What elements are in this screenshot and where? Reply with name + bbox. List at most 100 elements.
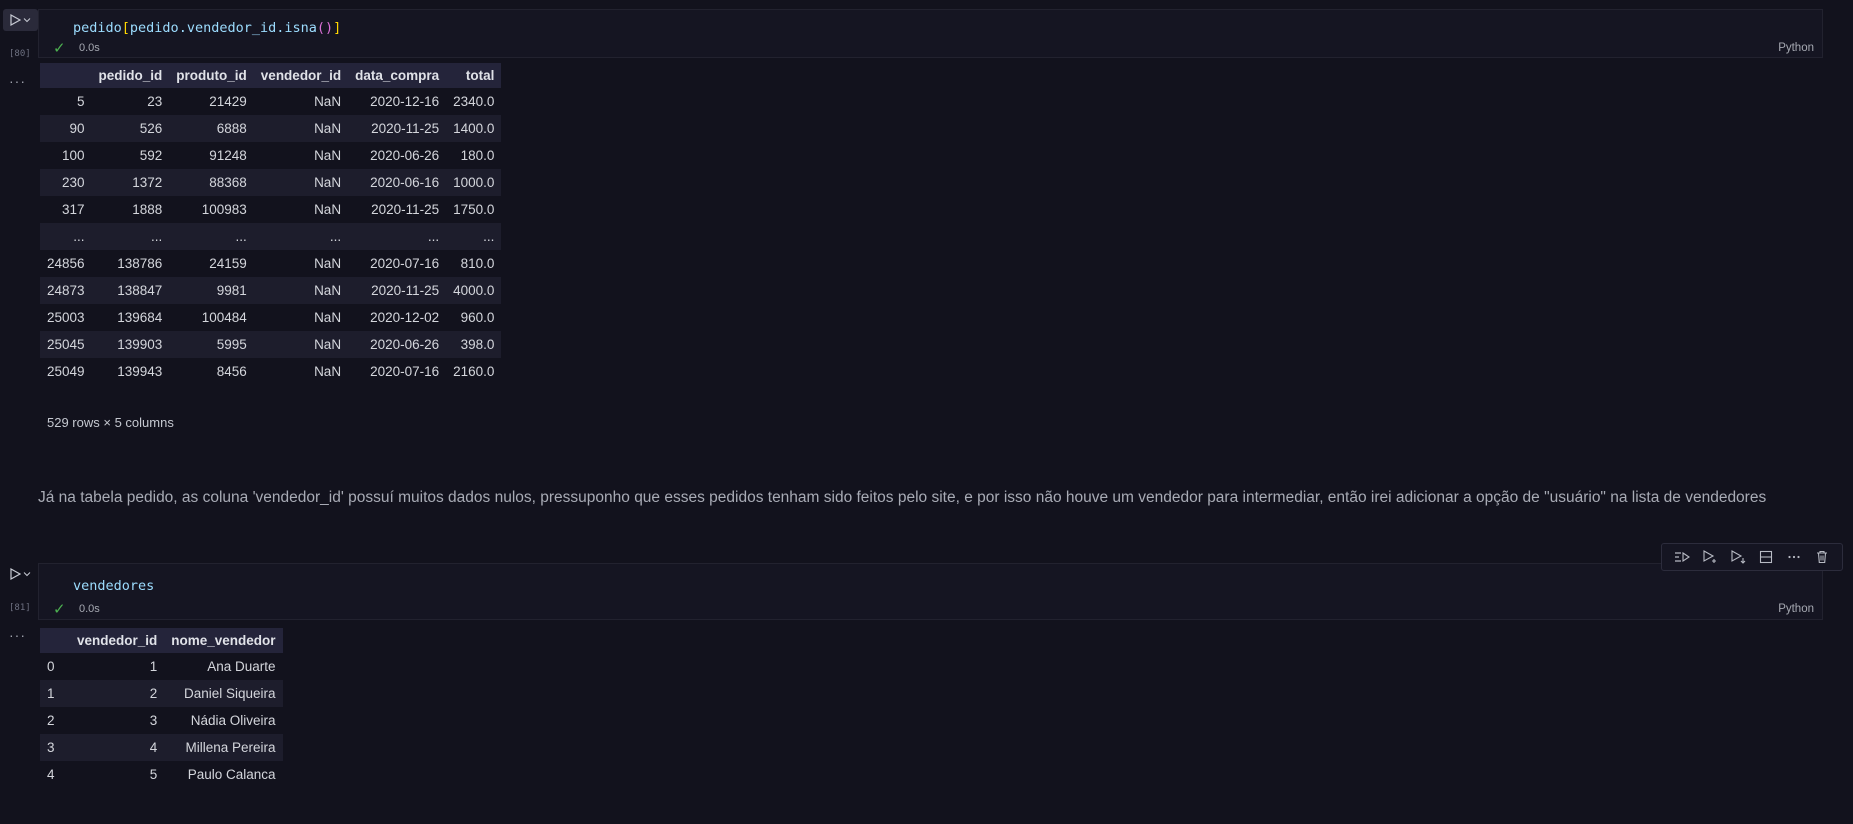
row-index: 25045 (40, 331, 92, 358)
table-row: 25045 139903 5995 NaN 2020-06-26 398.0 (40, 331, 502, 358)
row-index: 1 (40, 680, 70, 707)
table-row: 25003 139684 100484 NaN 2020-12-02 960.0 (40, 304, 501, 331)
row-index: 100 (62, 148, 85, 163)
table-cell: 2020-06-26 (370, 148, 440, 163)
table-cell: ... (169, 223, 254, 250)
code-cell-81[interactable]: vendedores ✓ 0.0s Python (38, 563, 1823, 620)
delete-cell-button[interactable] (1808, 546, 1836, 568)
row-index: 230 (40, 169, 92, 196)
table-header-row: vendedor_id nome_vendedor (40, 628, 283, 653)
table-cell: NaN (314, 202, 342, 217)
column-header: nome_vendedor (164, 628, 283, 653)
execute-above-icon (1675, 551, 1690, 563)
table-cell: 4000.0 (446, 277, 502, 304)
column-header: total (446, 63, 502, 88)
table-cell: 100983 (201, 202, 247, 217)
chevron-down-icon[interactable] (23, 16, 31, 24)
markdown-cell[interactable]: Já na tabela pedido, as coluna 'vendedor… (38, 487, 1838, 509)
table-cell: 2020-11-25 (348, 115, 447, 142)
table-cell: 2020-12-16 (370, 94, 440, 109)
execute-below-icon (1731, 550, 1746, 564)
table-cell: Nádia Oliveira (190, 713, 276, 728)
execute-below-button[interactable] (1724, 546, 1752, 568)
table-cell: 2340.0 (453, 94, 495, 109)
table-cell: 1372 (91, 169, 170, 196)
table-cell: NaN (253, 115, 349, 142)
table-cell: 526 (91, 115, 170, 142)
table-cell: NaN (253, 169, 349, 196)
row-index: 24856 (47, 256, 85, 271)
split-cell-button[interactable] (1752, 546, 1780, 568)
table-cell: 3 (149, 713, 158, 728)
column-header: pedido_id (91, 63, 170, 88)
table-cell: 810.0 (460, 256, 495, 271)
code-editor[interactable]: vendedores (73, 578, 154, 594)
table-cell: Millena Pereira (164, 734, 283, 761)
code-token: vendedores (73, 578, 155, 594)
table-cell: 88368 (169, 169, 254, 196)
table-cell: NaN (314, 364, 342, 379)
table-cell: Ana Duarte (207, 659, 276, 674)
table-cell: 2020-11-25 (348, 277, 447, 304)
row-index: 2 (47, 713, 55, 728)
column-header: produto_id (169, 63, 254, 88)
table-cell: 8456 (216, 364, 247, 379)
table-cell: NaN (253, 277, 349, 304)
table-cell: 2020-07-16 (370, 256, 440, 271)
table-cell: Daniel Siqueira (164, 680, 283, 707)
table-cell: 139684 (117, 310, 163, 325)
table-row: 5 23 21429 NaN 2020-12-16 2340.0 (40, 88, 501, 115)
language-indicator[interactable]: Python (1778, 603, 1814, 615)
table-row: 1 2 Daniel Siqueira (40, 680, 283, 707)
table-cell: NaN (314, 148, 342, 163)
execute-above-button[interactable] (1668, 546, 1696, 568)
table-row: 100 592 91248 NaN 2020-06-26 180.0 (40, 142, 501, 169)
more-actions-button[interactable] (1780, 546, 1808, 568)
table-cell: 2020-06-26 (348, 331, 447, 358)
table-cell: 1000.0 (446, 169, 502, 196)
table-cell: ... (253, 223, 349, 250)
table-cell: NaN (253, 331, 349, 358)
table-cell: 91248 (209, 148, 247, 163)
split-cell-icon (1759, 550, 1773, 564)
code-cell-80[interactable]: pedido[pedido.vendedor_id.isna()] ✓ 0.0s… (38, 9, 1823, 58)
ellipsis-icon[interactable]: ··· (9, 627, 26, 643)
table-row-ellipsis: ... ... ... ... ... ... (40, 223, 502, 250)
table-cell: NaN (314, 256, 342, 271)
row-index: 317 (62, 202, 85, 217)
table-cell: 138786 (117, 256, 163, 271)
run-cell-button[interactable] (3, 9, 38, 31)
table-cell: 2020-11-25 (371, 202, 440, 217)
execute-cell-below-icon (1703, 550, 1716, 563)
row-index: 90 (40, 115, 92, 142)
table-cell: 1888 (132, 202, 163, 217)
code-editor[interactable]: pedido[pedido.vendedor_id.isna()] (73, 20, 341, 36)
table-row: 24856 138786 24159 NaN 2020-07-16 810.0 (40, 250, 501, 277)
table-cell: 2020-07-16 (370, 364, 440, 379)
run-cell-button[interactable] (3, 563, 38, 585)
table-cell: 1750.0 (453, 202, 495, 217)
column-header (40, 63, 92, 88)
cell-toolbar (1661, 543, 1843, 571)
dataframe-output-80: pedido_id produto_id vendedor_id data_co… (40, 63, 502, 385)
table-cell: 960.0 (460, 310, 495, 325)
table-row: 230 1372 88368 NaN 2020-06-16 1000.0 (40, 169, 502, 196)
language-indicator[interactable]: Python (1778, 42, 1814, 54)
table-cell: 398.0 (446, 331, 502, 358)
table-cell: 138847 (91, 277, 170, 304)
row-index: 24873 (40, 277, 92, 304)
table-cell: 24159 (209, 256, 247, 271)
play-icon (10, 568, 21, 580)
table-cell: 4 (70, 734, 165, 761)
markdown-text: Já na tabela pedido, as coluna 'vendedor… (38, 489, 1767, 506)
execute-cell-and-below-button[interactable] (1696, 546, 1724, 568)
table-row: 4 5 Paulo Calanca (40, 761, 283, 788)
ellipsis-icon[interactable]: ··· (9, 73, 26, 89)
table-row: 317 1888 100983 NaN 2020-11-25 1750.0 (40, 196, 501, 223)
table-row: 25049 139943 8456 NaN 2020-07-16 2160.0 (40, 358, 501, 385)
execution-count: [80] (9, 49, 31, 59)
table-row: 0 1 Ana Duarte (40, 653, 283, 680)
chevron-down-icon[interactable] (23, 570, 31, 578)
table-cell: 139903 (91, 331, 170, 358)
code-token: pedido.vendedor_id.isna (129, 20, 317, 36)
